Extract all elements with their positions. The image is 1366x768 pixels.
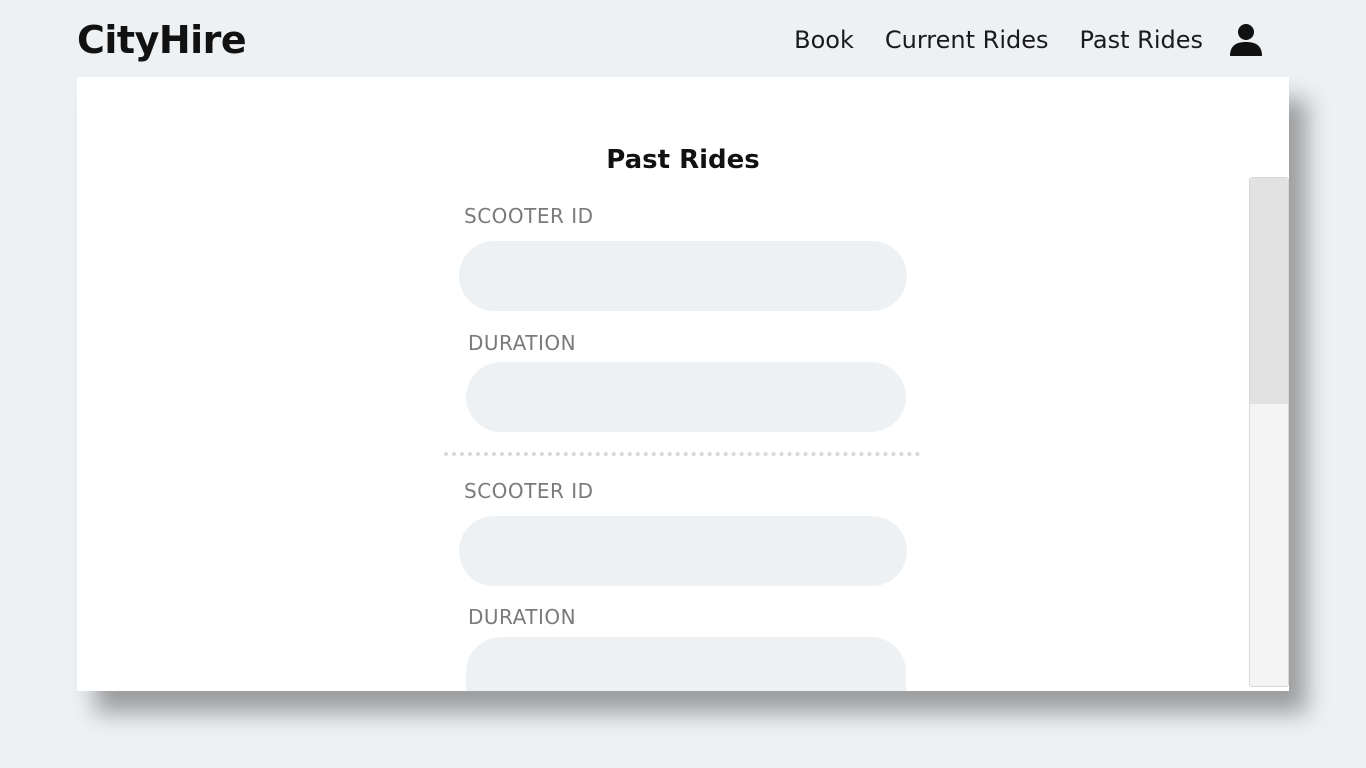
duration-label: DURATION bbox=[468, 605, 577, 629]
scooter-id-label: SCOOTER ID bbox=[464, 204, 594, 228]
duration-field[interactable] bbox=[466, 637, 906, 691]
page-title: Past Rides bbox=[606, 145, 760, 175]
ride-divider bbox=[444, 452, 920, 456]
logo[interactable]: CityHire bbox=[77, 16, 247, 64]
top-nav: Book Current Rides Past Rides bbox=[794, 22, 1264, 58]
nav-past-rides-link[interactable]: Past Rides bbox=[1080, 22, 1204, 58]
scrollbar-thumb[interactable] bbox=[1250, 178, 1288, 404]
duration-label: DURATION bbox=[468, 331, 577, 355]
nav-book-link[interactable]: Book bbox=[794, 22, 854, 58]
scooter-id-field[interactable] bbox=[459, 241, 907, 311]
nav-current-rides-link[interactable]: Current Rides bbox=[885, 22, 1049, 58]
user-icon[interactable] bbox=[1228, 22, 1264, 58]
duration-field[interactable] bbox=[466, 362, 906, 432]
scrollbar[interactable] bbox=[1249, 177, 1289, 687]
scooter-id-label: SCOOTER ID bbox=[464, 479, 594, 503]
scooter-id-field[interactable] bbox=[459, 516, 907, 586]
